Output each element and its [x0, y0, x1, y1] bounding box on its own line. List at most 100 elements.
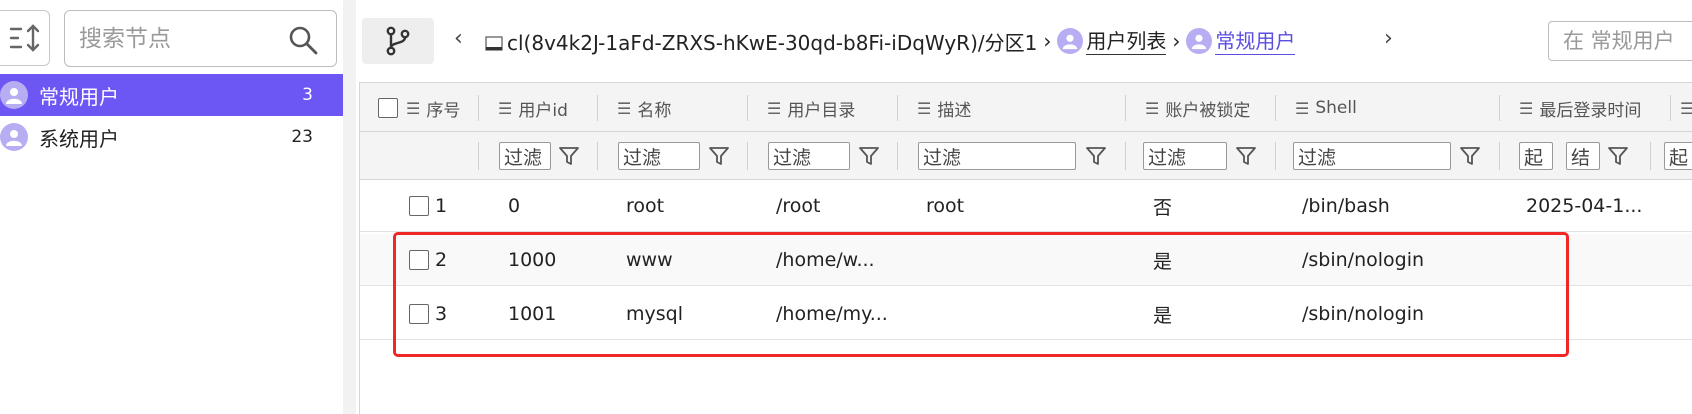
cell-name: root: [626, 195, 665, 217]
tree-item-count: 3: [302, 85, 313, 105]
column-menu-icon[interactable]: ☰: [767, 99, 781, 118]
filter-icon[interactable]: [1085, 145, 1107, 167]
column-menu-icon[interactable]: ☰: [617, 99, 631, 118]
search-box: [64, 10, 337, 67]
tree-item-label: 系统用户: [39, 126, 119, 151]
row-index: 1: [435, 195, 448, 217]
column-header-label: 用户目录: [787, 100, 856, 121]
panel-divider[interactable]: [343, 0, 356, 414]
breadcrumb-separator: ›: [1172, 29, 1181, 53]
user-avatar-icon: [0, 123, 28, 151]
column-menu-icon[interactable]: ☰: [1519, 99, 1533, 118]
table-header: ☰ 序号 ☰ 用户id ☰ 名称 ☰ 用户目录 ☰ 描述 ☰ 账户被锁定 ☰ S…: [360, 82, 1692, 132]
column-header-name[interactable]: ☰ 名称: [617, 83, 671, 133]
cell-shell: /sbin/nologin: [1302, 249, 1425, 271]
cell-shell: /sbin/nologin: [1302, 303, 1425, 325]
column-header-label: 名称: [637, 100, 672, 121]
column-menu-icon[interactable]: ☰: [498, 99, 512, 118]
filter-icon[interactable]: [858, 145, 880, 167]
tree-item-regular-users[interactable]: 常规用户 3: [0, 74, 343, 116]
row-checkbox[interactable]: [409, 250, 429, 270]
cell-uid: 1001: [508, 303, 557, 325]
select-all-checkbox[interactable]: [378, 98, 398, 118]
date-to-input[interactable]: 结: [1566, 142, 1600, 170]
cell-home: /home/my...: [776, 303, 888, 325]
column-header-label: 描述: [937, 100, 972, 121]
column-header-label: 最后登录时间: [1539, 100, 1642, 121]
column-header-index[interactable]: 序号: [426, 96, 460, 121]
filter-input-home[interactable]: 过滤: [768, 142, 850, 170]
breadcrumb-path[interactable]: cl(8v4k2J-1aFd-ZRXS-hKwE-30qd-b8Fi-iDqWy…: [507, 27, 1037, 56]
filter-icon[interactable]: [708, 145, 730, 167]
column-menu-icon[interactable]: ☰: [1145, 99, 1159, 118]
row-checkbox[interactable]: [409, 196, 429, 216]
user-avatar-icon: [0, 81, 28, 109]
cell-home: /home/w...: [776, 249, 875, 271]
cell-last-login: 2025-04-1...: [1526, 195, 1643, 217]
column-header-uid[interactable]: ☰ 用户id: [498, 83, 568, 133]
filter-icon[interactable]: [1459, 145, 1481, 167]
cell-locked: 是: [1153, 250, 1173, 273]
search-input[interactable]: [79, 23, 279, 55]
breadcrumb-separator: ›: [1043, 29, 1052, 53]
column-header-more[interactable]: ☰: [1680, 83, 1692, 133]
column-menu-icon[interactable]: ☰: [406, 99, 420, 118]
search-icon[interactable]: [288, 25, 318, 55]
table-row[interactable]: 3 1001 mysql /home/my... 是 /sbin/nologin: [360, 288, 1692, 340]
user-avatar-icon: [1186, 28, 1213, 54]
filter-input[interactable]: [1563, 27, 1692, 55]
forward-button[interactable]: ›: [1384, 26, 1393, 51]
cell-locked: 是: [1153, 304, 1173, 327]
cell-uid: 0: [508, 195, 521, 217]
breadcrumb-user-list[interactable]: 用户列表: [1086, 28, 1167, 55]
column-header-last-login[interactable]: ☰ 最后登录时间: [1519, 83, 1641, 133]
filter-icon[interactable]: [1607, 145, 1629, 167]
breadcrumb: cl(8v4k2J-1aFd-ZRXS-hKwE-30qd-b8Fi-iDqWy…: [485, 22, 1296, 60]
cell-home: /root: [776, 195, 821, 217]
column-header-locked[interactable]: ☰ 账户被锁定: [1145, 83, 1250, 133]
user-table: ☰ 序号 ☰ 用户id ☰ 名称 ☰ 用户目录 ☰ 描述 ☰ 账户被锁定 ☰ S…: [359, 82, 1692, 414]
filter-input-locked[interactable]: 过滤: [1143, 142, 1227, 170]
column-header-label: Shell: [1315, 98, 1357, 118]
column-header-label: 账户被锁定: [1165, 100, 1251, 121]
git-branch-icon: [386, 26, 410, 56]
table-row[interactable]: 1 0 root /root root 否 /bin/bash 2025-04-…: [360, 180, 1692, 232]
filter-icon[interactable]: [1235, 145, 1257, 167]
select-all-header: ☰ 序号: [378, 83, 460, 133]
filter-row: 过滤 过滤 过滤 过滤 过滤 过滤 起 结 起: [360, 132, 1692, 180]
filter-input-desc[interactable]: 过滤: [918, 142, 1076, 170]
column-header-shell[interactable]: ☰ Shell: [1295, 83, 1357, 133]
filter-input-name[interactable]: 过滤: [618, 142, 700, 170]
row-index: 3: [435, 303, 448, 325]
tree-item-label: 常规用户: [39, 84, 119, 109]
date-from-input-next[interactable]: 起: [1664, 142, 1692, 170]
user-avatar-icon: [1057, 28, 1084, 54]
column-menu-icon[interactable]: ☰: [1680, 99, 1692, 118]
filter-input-shell[interactable]: 过滤: [1293, 142, 1451, 170]
cell-locked: 否: [1153, 196, 1173, 219]
row-index: 2: [435, 249, 448, 271]
tree-item-system-users[interactable]: 系统用户 23: [0, 116, 343, 158]
date-from-input[interactable]: 起: [1519, 142, 1553, 170]
cell-uid: 1000: [508, 249, 557, 271]
column-menu-icon[interactable]: ☰: [917, 99, 931, 118]
tree-item-count: 23: [291, 127, 313, 147]
branch-button[interactable]: [362, 18, 434, 64]
filter-box: [1548, 21, 1692, 61]
column-header-label: 用户id: [518, 100, 568, 121]
sort-icon: [9, 24, 39, 52]
sort-button[interactable]: [0, 10, 50, 66]
cell-name: mysql: [626, 303, 683, 325]
filter-input-uid[interactable]: 过滤: [499, 142, 551, 170]
column-header-desc[interactable]: ☰ 描述: [917, 83, 971, 133]
table-row[interactable]: 2 1000 www /home/w... 是 /sbin/nologin: [360, 234, 1692, 286]
column-header-home[interactable]: ☰ 用户目录: [767, 83, 855, 133]
column-menu-icon[interactable]: ☰: [1295, 99, 1309, 118]
cell-name: www: [626, 249, 673, 271]
back-button[interactable]: ‹: [454, 26, 463, 51]
disk-icon: [485, 36, 503, 51]
cell-desc: root: [926, 195, 965, 217]
breadcrumb-regular-users[interactable]: 常规用户: [1215, 28, 1296, 55]
filter-icon[interactable]: [558, 145, 580, 167]
row-checkbox[interactable]: [409, 304, 429, 324]
